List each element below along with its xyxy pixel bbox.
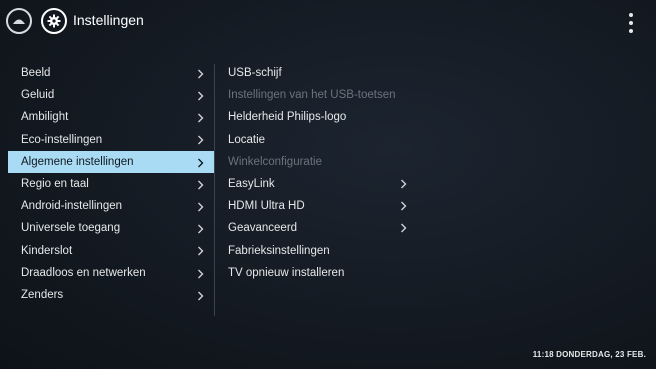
chevron-right-icon	[400, 217, 407, 239]
chevron-right-icon	[197, 195, 204, 217]
submenu-item-label: Geavanceerd	[228, 222, 298, 235]
chevron-right-icon	[197, 62, 204, 84]
chevron-right-icon	[197, 284, 204, 306]
chevron-right-icon	[197, 262, 204, 284]
menu-item-label: Geluid	[21, 89, 55, 102]
menu-item-label: Beeld	[21, 67, 51, 79]
menu-item-algemene-instellingen[interactable]: Algemene instellingen	[8, 150, 214, 173]
more-vertical-icon-dot	[629, 29, 633, 33]
chevron-right-icon	[197, 129, 204, 151]
menu-item-label: Ambilight	[21, 111, 69, 124]
submenu-item-label: Fabrieksinstellingen	[228, 244, 330, 257]
settings-button[interactable]	[41, 8, 67, 34]
menu-item-label: Regio en taal	[21, 177, 89, 190]
submenu-item-hdmi-ultra-hd[interactable]: HDMI Ultra HD	[228, 195, 418, 217]
menu-item-universele-toegang[interactable]: Universele toegang	[8, 217, 214, 239]
menu-item-kinderslot[interactable]: Kinderslot	[8, 240, 214, 262]
menu-item-regio-en-taal[interactable]: Regio en taal	[8, 173, 214, 195]
menu-item-label: Universele toegang	[21, 222, 121, 235]
settings-category-list: Beeld Geluid Ambilight Eco-instellingen Alge…	[8, 62, 214, 306]
chevron-right-icon	[400, 195, 407, 217]
menu-item-draadloos-en-netwerken[interactable]: Draadloos en netwerken	[8, 262, 214, 284]
submenu-item-instellingen-van-het-usb-toetsenbord: Instellingen van het USB-toetsenbord	[228, 84, 418, 106]
submenu-item-helderheid-philips-logo[interactable]: Helderheid Philips-logo	[228, 106, 418, 128]
submenu-item-usb-schijf[interactable]: USB-schijf	[228, 62, 418, 84]
more-options-button[interactable]	[624, 13, 638, 33]
home-icon	[13, 19, 25, 24]
submenu-item-label: HDMI Ultra HD	[228, 200, 305, 213]
menu-item-zenders[interactable]: Zenders	[8, 284, 214, 306]
home-button[interactable]	[6, 8, 32, 34]
submenu-item-geavanceerd[interactable]: Geavanceerd	[228, 217, 418, 239]
menu-item-label: Eco-instellingen	[21, 133, 103, 146]
header-bar: Instellingen	[0, 0, 656, 44]
menu-item-beeld[interactable]: Beeld	[8, 62, 214, 84]
menu-item-geluid[interactable]: Geluid	[8, 84, 214, 106]
menu-item-label: Kinderslot	[21, 244, 73, 257]
submenu-item-label: TV opnieuw installeren	[228, 266, 345, 279]
menu-divider	[214, 64, 215, 316]
submenu-item-label: Locatie	[228, 133, 266, 146]
more-vertical-icon	[629, 13, 633, 17]
submenu-item-label: USB-schijf	[228, 67, 282, 79]
more-vertical-icon-dot	[629, 21, 633, 25]
menu-item-android-instellingen[interactable]: Android-instellingen	[8, 195, 214, 217]
chevron-right-icon	[197, 173, 204, 195]
menu-item-label: Android-instellingen	[21, 200, 123, 213]
submenu-item-label: EasyLink	[228, 177, 275, 190]
menu-item-label: Algemene instellingen	[21, 155, 134, 168]
status-datetime: 11:18 DONDERDAG, 23 FEB.	[532, 350, 646, 359]
submenu-item-label: Instellingen van het USB-toetsenbord	[228, 89, 396, 102]
chevron-right-icon	[197, 151, 204, 173]
gear-icon	[47, 14, 61, 28]
submenu-item-locatie[interactable]: Locatie	[228, 129, 418, 151]
menu-item-label: Zenders	[21, 288, 64, 301]
chevron-right-icon	[197, 106, 204, 128]
submenu-item-label: Winkelconfiguratie	[228, 155, 322, 168]
menu-item-ambilight[interactable]: Ambilight	[8, 106, 214, 128]
submenu-item-label: Helderheid Philips-logo	[228, 111, 347, 124]
chevron-right-icon	[197, 84, 204, 106]
menu-item-eco-instellingen[interactable]: Eco-instellingen	[8, 129, 214, 151]
submenu-item-easylink[interactable]: EasyLink	[228, 173, 418, 195]
settings-submenu-list: USB-schijf Instellingen van het USB-toets…	[228, 62, 418, 284]
chevron-right-icon	[197, 217, 204, 239]
submenu-item-winkelconfiguratie: Winkelconfiguratie	[228, 151, 418, 173]
chevron-right-icon	[197, 240, 204, 262]
submenu-item-fabrieksinstellingen[interactable]: Fabrieksinstellingen	[228, 240, 418, 262]
menu-item-label: Draadloos en netwerken	[21, 266, 146, 279]
submenu-item-tv-opnieuw-installeren[interactable]: TV opnieuw installeren	[228, 262, 418, 284]
chevron-right-icon	[400, 173, 407, 195]
page-title: Instellingen	[73, 12, 144, 28]
